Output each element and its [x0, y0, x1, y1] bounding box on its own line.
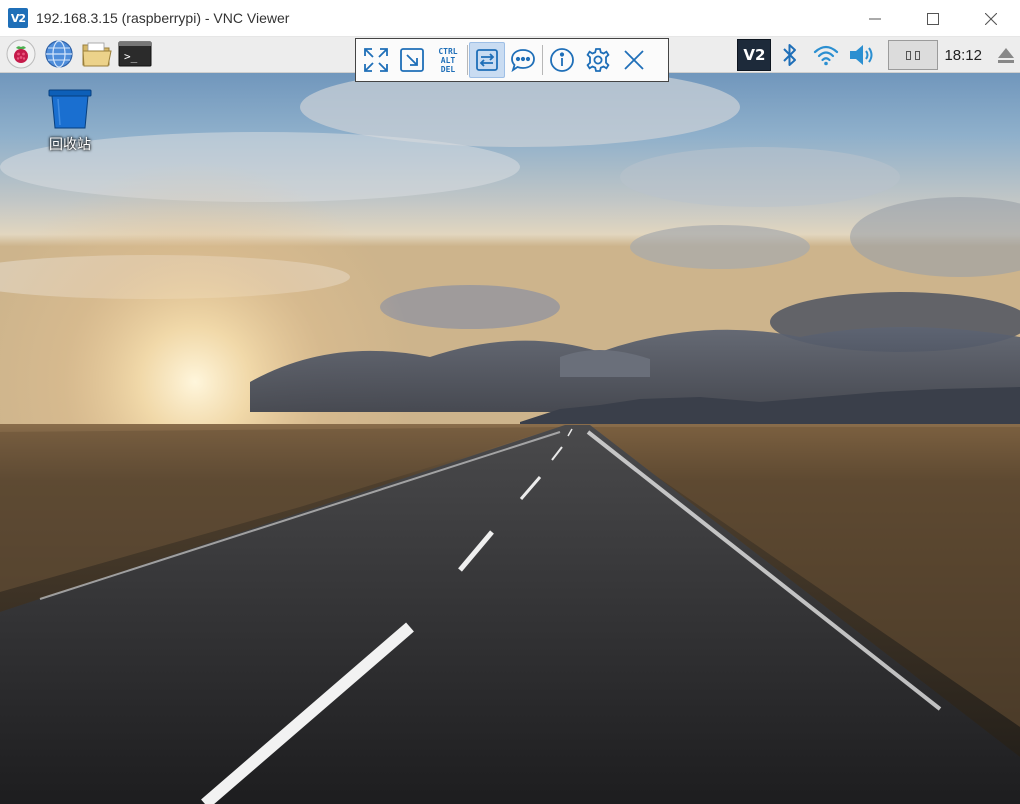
- scale-button[interactable]: [394, 42, 430, 78]
- wifi-button[interactable]: [808, 40, 844, 70]
- cad-line-alt: ALT: [440, 55, 456, 65]
- wifi-icon: [814, 45, 839, 66]
- bluetooth-button[interactable]: [772, 40, 808, 70]
- minimize-icon: [869, 18, 881, 19]
- close-toolbar-button[interactable]: [616, 42, 652, 78]
- vnc-viewer-toolbar: CTRL ALT DEL: [355, 38, 669, 82]
- desktop-wallpaper: [0, 37, 1020, 804]
- terminal-prompt-glyph: >_: [124, 50, 138, 63]
- window-titlebar[interactable]: V2 192.168.3.15 (raspberrypi) - VNC View…: [0, 0, 1020, 37]
- toolbar-separator: [542, 45, 543, 75]
- vnc-server-button[interactable]: V2: [736, 39, 772, 71]
- scale-icon: [400, 48, 424, 72]
- fullscreen-button[interactable]: [358, 42, 394, 78]
- web-browser-icon: [45, 40, 73, 68]
- system-tray: V2 18:12: [736, 39, 1020, 71]
- file-transfer-button[interactable]: [469, 42, 505, 78]
- keyboard-indicator-right: [915, 50, 921, 60]
- vnc-server-icon: V2: [737, 39, 772, 71]
- eject-icon: [998, 48, 1014, 63]
- remote-desktop[interactable]: [0, 37, 1020, 804]
- vnc-viewer-logo-icon: V2: [8, 8, 28, 28]
- close-window-icon: [985, 12, 997, 25]
- trash-label: 回收站: [49, 137, 91, 153]
- cad-line-del: DEL: [440, 64, 456, 74]
- close-window-button[interactable]: [962, 0, 1020, 37]
- terminal-icon: >_: [118, 41, 152, 67]
- toolbar-separator: [467, 45, 468, 75]
- eject-button[interactable]: [992, 40, 1020, 70]
- minimize-button[interactable]: [846, 0, 904, 37]
- cad-line-ctrl: CTRL: [438, 46, 458, 56]
- file-manager-icon: [82, 42, 112, 67]
- taskbar-launchers: >_: [4, 39, 152, 69]
- maximize-button[interactable]: [904, 0, 962, 37]
- info-button[interactable]: [544, 42, 580, 78]
- settings-icon: [586, 48, 610, 72]
- volume-button[interactable]: [844, 40, 880, 70]
- fullscreen-icon: [364, 48, 388, 72]
- info-icon: [550, 48, 574, 72]
- ctrl-alt-del-icon: CTRL ALT DEL: [438, 47, 457, 74]
- settings-button[interactable]: [580, 42, 616, 78]
- chat-icon: [511, 49, 535, 73]
- window-controls: [846, 0, 1020, 37]
- web-browser-button[interactable]: [42, 39, 76, 69]
- raspberry-menu-button[interactable]: [4, 39, 38, 69]
- close-icon: [624, 50, 644, 70]
- keyboard-indicator-left: [906, 50, 912, 60]
- maximize-icon: [927, 12, 939, 25]
- ctrl-alt-del-button[interactable]: CTRL ALT DEL: [430, 42, 466, 78]
- desktop-icon-trash[interactable]: 回收站: [38, 88, 102, 154]
- file-manager-button[interactable]: [80, 39, 114, 69]
- file-transfer-icon: [476, 49, 498, 71]
- taskbar-clock[interactable]: 18:12: [944, 47, 982, 64]
- volume-icon: [850, 45, 873, 65]
- keyboard-layout-indicator[interactable]: [888, 40, 939, 70]
- terminal-button[interactable]: >_: [118, 39, 152, 69]
- trash-icon: [48, 89, 92, 129]
- chat-button[interactable]: [505, 42, 541, 78]
- raspberry-menu-icon: [6, 39, 36, 69]
- window-title: 192.168.3.15 (raspberrypi) - VNC Viewer: [36, 10, 290, 26]
- bluetooth-icon: [783, 44, 797, 66]
